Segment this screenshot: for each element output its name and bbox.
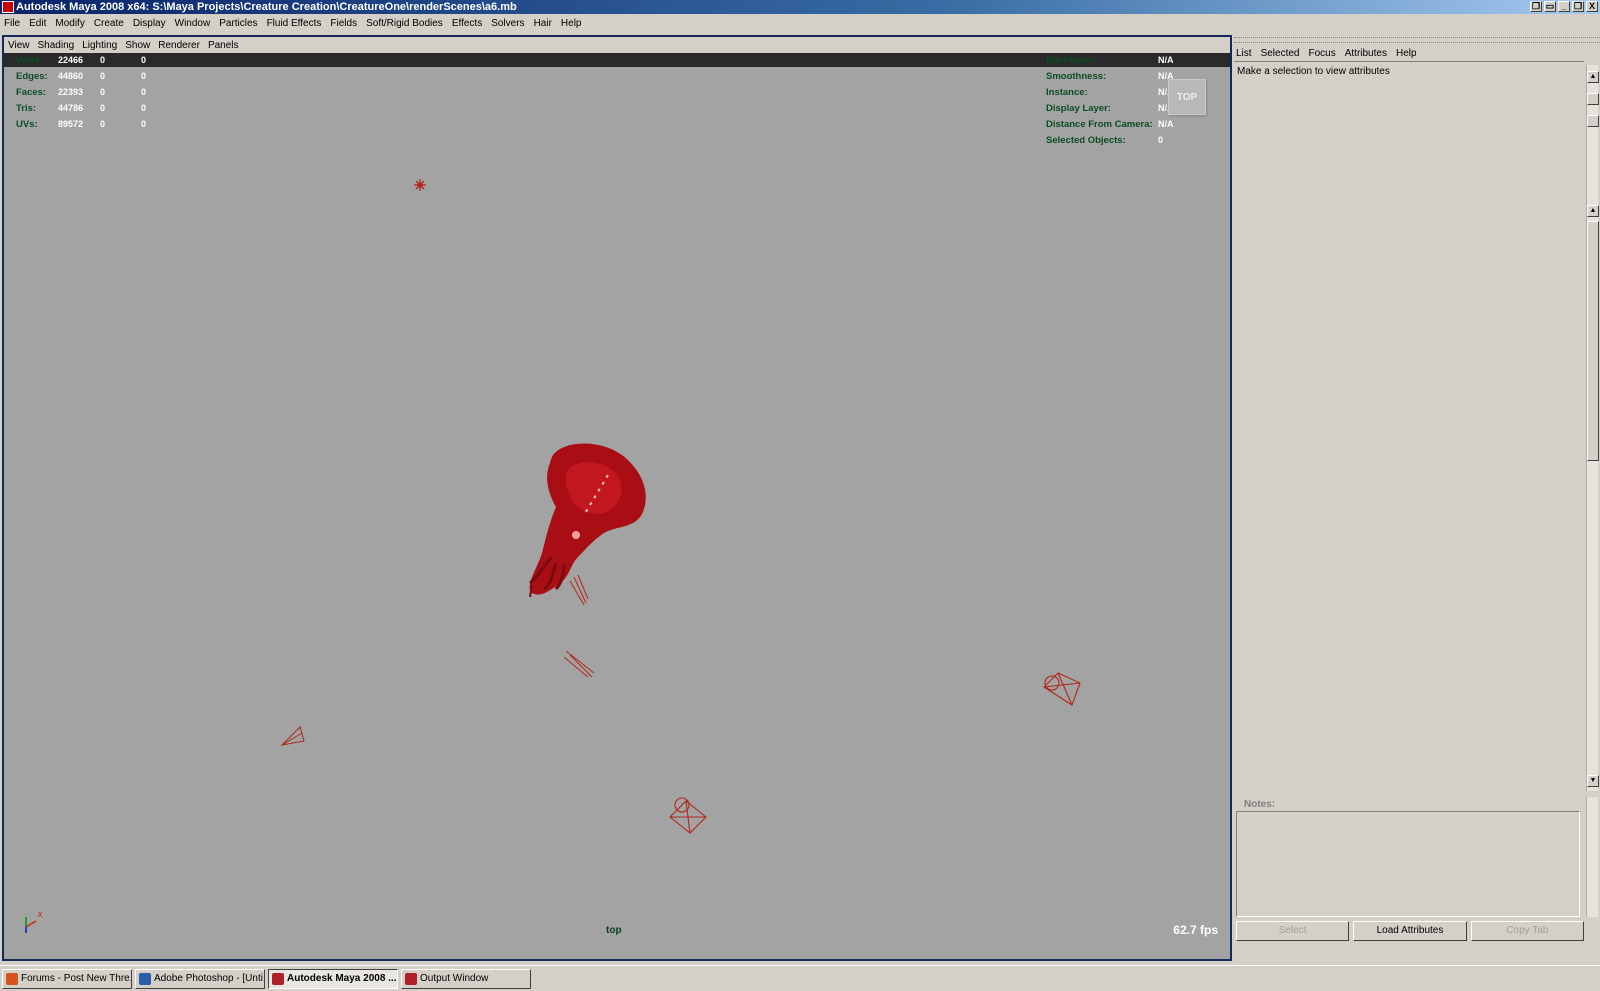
camera-name-label: top <box>606 925 622 936</box>
menu-fluid-effects[interactable]: Fluid Effects <box>267 18 322 29</box>
taskbar-item-label: Output Window <box>420 973 489 984</box>
menu-fields[interactable]: Fields <box>330 18 357 29</box>
toggle-panel-button[interactable]: ▭ <box>1544 1 1556 12</box>
taskbar-item-maya[interactable]: Autodesk Maya 2008 ... <box>268 969 398 989</box>
menu-create[interactable]: Create <box>94 18 124 29</box>
taskbar-item-label: Adobe Photoshop - [Unti... <box>154 973 265 984</box>
maya-icon <box>272 973 284 985</box>
maya-output-icon <box>405 973 417 985</box>
camera-icon-bottom[interactable] <box>669 797 707 834</box>
menu-help[interactable]: Help <box>561 18 582 29</box>
menu-hair[interactable]: Hair <box>534 18 552 29</box>
window-title: Autodesk Maya 2008 x64: S:\Maya Projects… <box>16 1 517 13</box>
window-controls: ❐ ▭ _ ❐ X <box>1530 1 1598 12</box>
scroll-button-2[interactable] <box>1587 93 1599 105</box>
menu-window[interactable]: Window <box>175 18 211 29</box>
menu-modify[interactable]: Modify <box>55 18 84 29</box>
scene-canvas[interactable] <box>4 37 1230 959</box>
menu-edit[interactable]: Edit <box>29 18 46 29</box>
attr-menu-attributes[interactable]: Attributes <box>1345 48 1387 59</box>
attr-menu-selected[interactable]: Selected <box>1261 48 1300 59</box>
minimize-button[interactable]: _ <box>1558 1 1570 12</box>
menu-particles[interactable]: Particles <box>219 18 257 29</box>
spotlight-icon-left[interactable] <box>280 726 305 746</box>
attr-menu-help[interactable]: Help <box>1396 48 1417 59</box>
taskbar-item-photoshop[interactable]: Adobe Photoshop - [Unti... <box>135 969 265 989</box>
select-button[interactable]: Select <box>1236 921 1350 941</box>
point-light-icon[interactable] <box>414 179 426 191</box>
menu-file[interactable]: File <box>4 18 20 29</box>
close-button[interactable]: X <box>1586 1 1598 12</box>
scroll-up-arrow-icon[interactable]: ▲ <box>1587 205 1599 217</box>
taskbar-item-output-window[interactable]: Output Window <box>401 969 531 989</box>
firefox-icon <box>6 973 18 985</box>
notes-label: Notes: <box>1244 799 1276 810</box>
fps-counter: 62.7 fps <box>1173 923 1218 937</box>
attr-menu-list[interactable]: List <box>1236 48 1252 59</box>
attribute-editor-body: Make a selection to view attributes <box>1234 61 1584 791</box>
taskbar-item-forums[interactable]: Forums - Post New Thre... <box>2 969 132 989</box>
taskbar-item-label: Forums - Post New Thre... <box>21 973 132 984</box>
viewport-panel[interactable]: View Shading Lighting Show Renderer Pane… <box>2 35 1232 961</box>
title-bar: Autodesk Maya 2008 x64: S:\Maya Projects… <box>0 0 1600 14</box>
taskbar: Forums - Post New Thre... Adobe Photosho… <box>0 965 1600 991</box>
notes-scrollbar[interactable] <box>1586 797 1598 917</box>
menu-soft-rigid-bodies[interactable]: Soft/Rigid Bodies <box>366 18 443 29</box>
scroll-thumb[interactable] <box>1587 221 1599 461</box>
photoshop-icon <box>139 973 151 985</box>
scroll-up-icon[interactable]: ▲ <box>1587 71 1599 83</box>
menu-display[interactable]: Display <box>133 18 166 29</box>
maximize-button[interactable]: ❐ <box>1572 1 1584 12</box>
attr-menu-focus[interactable]: Focus <box>1308 48 1335 59</box>
copy-tab-button[interactable]: Copy Tab <box>1470 921 1584 941</box>
main-menu-bar: File Edit Modify Create Display Window P… <box>0 14 1600 32</box>
taskbar-item-label: Autodesk Maya 2008 ... <box>287 973 397 984</box>
axis-x-label: x <box>38 909 43 919</box>
load-attributes-button[interactable]: Load Attributes <box>1353 921 1467 941</box>
empty-selection-message: Make a selection to view attributes <box>1237 66 1390 77</box>
panel-grip[interactable] <box>1234 37 1600 43</box>
scroll-button-3[interactable] <box>1587 115 1599 127</box>
attribute-button-row: Select Load Attributes Copy Tab <box>1236 921 1584 941</box>
maya-app-icon[interactable] <box>2 1 14 13</box>
menu-solvers[interactable]: Solvers <box>491 18 524 29</box>
attribute-editor: List Selected Focus Attributes Help Make… <box>1234 35 1600 961</box>
creature-mesh[interactable] <box>529 443 646 598</box>
scroll-down-icon[interactable]: ▼ <box>1587 775 1599 787</box>
notes-textarea[interactable] <box>1236 811 1580 917</box>
joint-locator-2[interactable] <box>563 650 595 678</box>
menu-effects[interactable]: Effects <box>452 18 482 29</box>
axis-gizmo <box>25 917 37 933</box>
attribute-scrollbar[interactable]: ▲ ▲ ▼ <box>1586 65 1599 791</box>
restore-panel-button[interactable]: ❐ <box>1530 1 1542 12</box>
attribute-editor-menu: List Selected Focus Attributes Help <box>1234 45 1426 61</box>
joint-locator-1[interactable] <box>569 574 589 606</box>
camera-icon-right[interactable] <box>1043 672 1081 706</box>
